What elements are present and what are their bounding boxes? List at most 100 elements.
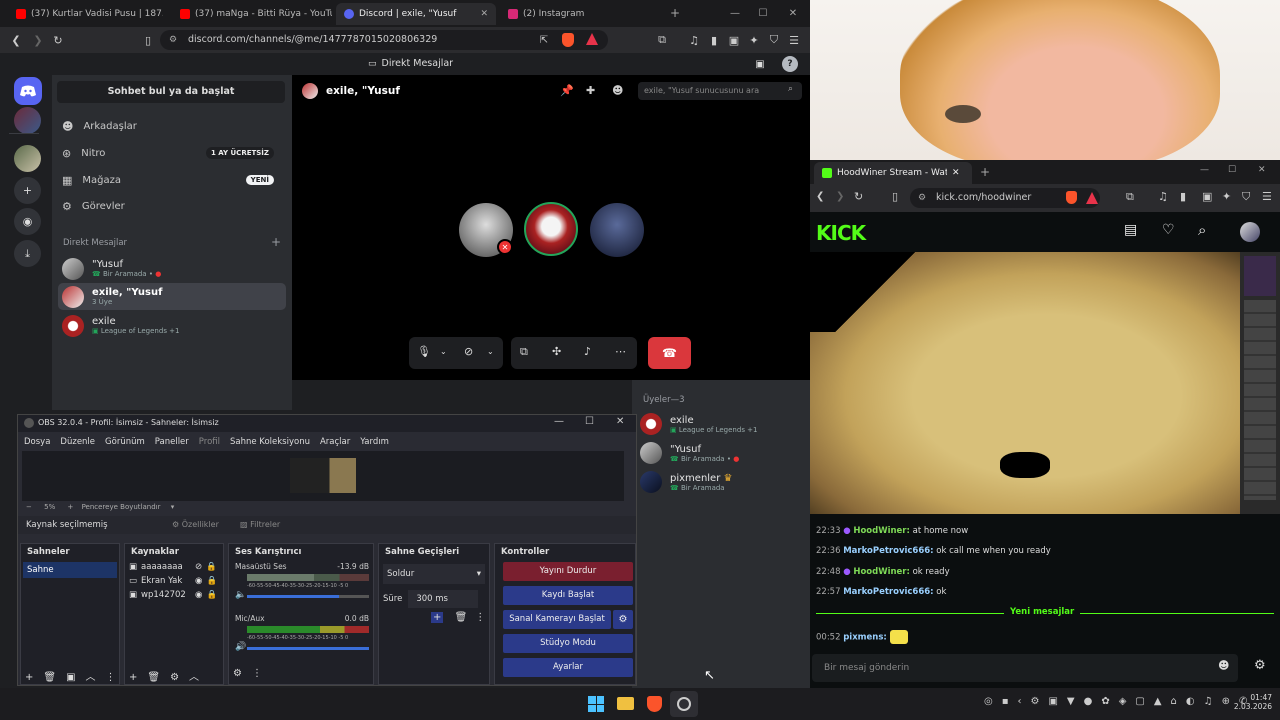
- preview-area[interactable]: [22, 451, 624, 501]
- add-server-icon[interactable]: +: [14, 177, 41, 204]
- zoom-in-icon[interactable]: +: [67, 503, 73, 511]
- vpn-icon[interactable]: ⛉: [1242, 190, 1250, 204]
- brave-shield-icon[interactable]: [1066, 191, 1077, 204]
- user-avatar[interactable]: [1240, 222, 1260, 242]
- forward-icon[interactable]: ❯: [836, 191, 844, 202]
- guild-avatar-2[interactable]: [14, 145, 41, 172]
- menu-icon[interactable]: ☰: [1262, 190, 1272, 203]
- tab-instagram[interactable]: (2) Instagram: [500, 3, 660, 25]
- lock-icon[interactable]: 🔒: [206, 562, 217, 572]
- chat-settings-icon[interactable]: ⚙: [1254, 658, 1266, 673]
- menu-profile[interactable]: Profil: [199, 437, 220, 447]
- menu-file[interactable]: Dosya: [24, 437, 50, 447]
- forward-icon[interactable]: ❯: [30, 32, 46, 48]
- music-icon[interactable]: ♫: [1158, 190, 1168, 203]
- microphone-icon[interactable]: 🎙: [417, 345, 431, 358]
- emoji-icon[interactable]: ☻: [1218, 659, 1229, 672]
- sidebar-icon[interactable]: ▮: [706, 32, 722, 48]
- close-window-icon[interactable]: ✕: [786, 6, 800, 20]
- close-tab-icon[interactable]: ✕: [952, 168, 960, 178]
- scene-item[interactable]: Sahne: [23, 562, 117, 578]
- settings-button[interactable]: Ayarlar: [503, 658, 633, 677]
- dm-item-group[interactable]: exile, "Yusuf 3 Üye: [58, 283, 286, 310]
- close-window-icon[interactable]: ✕: [1258, 165, 1266, 175]
- menu-scene-collection[interactable]: Sahne Koleksiyonu: [230, 437, 310, 447]
- system-tray-icons[interactable]: ◎▪‹⚙▣▼●✿◈▢▲⌂◐♫⊕✆: [984, 696, 1256, 707]
- hidden-eye-icon[interactable]: ⊘: [195, 562, 202, 572]
- back-icon[interactable]: ❮: [8, 32, 24, 48]
- brave-rewards-icon[interactable]: [1086, 192, 1098, 204]
- new-tab-icon[interactable]: +: [668, 6, 682, 20]
- speaker-muted-icon[interactable]: 🔈: [235, 590, 246, 600]
- sidebar-icon[interactable]: ▮: [1180, 190, 1186, 203]
- nav-quests[interactable]: ⚙ Görevler: [62, 195, 284, 217]
- heart-icon[interactable]: ♡: [1162, 222, 1175, 238]
- menu-icon[interactable]: ☰: [786, 32, 802, 48]
- find-conversation-input[interactable]: Sohbet bul ya da başlat: [57, 81, 285, 103]
- wallet-icon[interactable]: ▣: [726, 32, 742, 48]
- menu-view[interactable]: Görünüm: [105, 437, 145, 447]
- site-settings-icon[interactable]: ⚙: [169, 30, 177, 50]
- music-icon[interactable]: ♫: [686, 32, 702, 48]
- tab-youtube-1[interactable]: (37) Kurtlar Vadisi Pusu | 187. Bölüm: [8, 3, 163, 25]
- dm-item-yusuf[interactable]: "Yusuf ☎ Bir Aramada • ●: [58, 255, 286, 282]
- nav-friends[interactable]: ☻ Arkadaşlar: [62, 115, 284, 137]
- vpn-icon[interactable]: ⛉: [766, 32, 782, 48]
- start-recording-button[interactable]: Kaydı Başlat: [503, 586, 633, 605]
- leo-icon[interactable]: ✦: [1222, 190, 1231, 203]
- source-item[interactable]: ▣ aaaaaaaa ⊘ 🔒: [125, 560, 223, 574]
- tab-youtube-2[interactable]: (37) maNga - Bitti Rüya - YouTube: [172, 3, 332, 25]
- brave-rewards-icon[interactable]: [586, 33, 598, 45]
- leave-call-button[interactable]: ☎: [648, 337, 691, 369]
- lock-icon[interactable]: 🔒: [206, 576, 217, 586]
- lock-icon[interactable]: 🔒: [206, 590, 217, 600]
- members-icon[interactable]: ☻: [612, 84, 623, 97]
- camera-off-icon[interactable]: ⊘: [464, 345, 473, 358]
- filters-button[interactable]: ▨ Filtreler: [240, 520, 280, 529]
- menu-edit[interactable]: Düzenle: [60, 437, 95, 447]
- minimize-icon[interactable]: —: [1200, 165, 1209, 175]
- menu-help[interactable]: Yardım: [360, 437, 389, 447]
- participant-avatar-2[interactable]: [524, 202, 578, 256]
- maximize-icon[interactable]: ☐: [1228, 165, 1236, 175]
- mixer-toolbar[interactable]: ⚙⋮: [233, 668, 272, 679]
- new-tab-icon[interactable]: +: [980, 165, 990, 179]
- obs-taskbar-button[interactable]: [670, 691, 698, 717]
- chevron-down-icon[interactable]: ⌄: [487, 347, 494, 356]
- kick-logo[interactable]: KICK: [816, 221, 866, 245]
- chat-input[interactable]: Bir mesaj gönderin: [812, 654, 1238, 682]
- menu-docks[interactable]: Paneller: [155, 437, 189, 447]
- following-icon[interactable]: ▤: [1124, 222, 1137, 238]
- tab-discord[interactable]: Discord | exile, "Yusuf ✕: [336, 3, 496, 25]
- nav-nitro[interactable]: ⊛ Nitro 1 AY ÜCRETSİZ: [62, 142, 284, 164]
- leo-icon[interactable]: ✦: [746, 32, 762, 48]
- share-icon[interactable]: ⇱: [536, 32, 552, 48]
- minimize-icon[interactable]: —: [554, 416, 564, 427]
- create-dm-icon[interactable]: +: [271, 235, 281, 249]
- brave-shield-icon[interactable]: [562, 33, 574, 47]
- duration-input[interactable]: 300 ms: [408, 590, 479, 608]
- zoom-fit-select[interactable]: Pencereye Boyutlandır: [82, 503, 161, 511]
- server-search-input[interactable]: exile, "Yusuf sunucusunu ara: [638, 82, 802, 100]
- help-icon[interactable]: ?: [782, 56, 798, 72]
- wallet-icon[interactable]: ▣: [1202, 190, 1212, 203]
- reader-icon[interactable]: ⧉: [1126, 190, 1134, 204]
- eye-icon[interactable]: ◉: [195, 590, 202, 600]
- transition-toolbar[interactable]: + 🗑⋮: [431, 612, 493, 623]
- stop-stream-button[interactable]: Yayını Durdur: [503, 562, 633, 581]
- dm-item-exile[interactable]: exile ▣ League of Legends +1: [58, 312, 286, 339]
- member-exile[interactable]: exile ▣ League of Legends +1: [640, 410, 808, 438]
- more-icon[interactable]: ⋯: [615, 345, 626, 358]
- scene-toolbar[interactable]: +🗑▣︿⋮: [25, 668, 126, 683]
- zoom-out-icon[interactable]: −: [26, 503, 32, 511]
- reload-icon[interactable]: ↻: [854, 190, 863, 203]
- maximize-icon[interactable]: ☐: [585, 416, 594, 427]
- file-explorer-icon[interactable]: [617, 697, 634, 710]
- properties-button[interactable]: ⚙ Özellikler: [172, 520, 219, 529]
- reader-icon[interactable]: ⧉: [654, 32, 670, 48]
- speaker-icon[interactable]: 🔊: [235, 642, 246, 652]
- start-icon[interactable]: [588, 696, 604, 712]
- source-toolbar-buttons[interactable]: +🗑⚙︿: [129, 668, 209, 683]
- reload-icon[interactable]: ↻: [50, 32, 66, 48]
- menu-tools[interactable]: Araçlar: [320, 437, 350, 447]
